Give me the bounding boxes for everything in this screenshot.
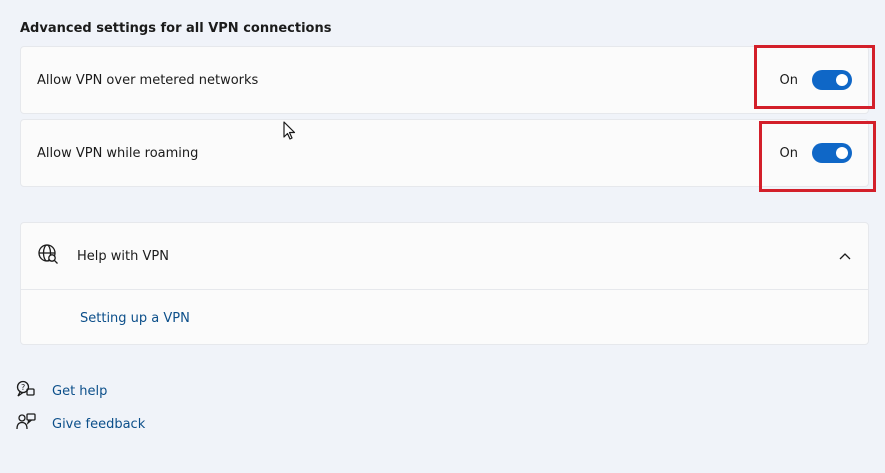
toggle-state-roaming: On: [779, 145, 798, 161]
setting-label-roaming: Allow VPN while roaming: [37, 145, 199, 161]
setting-up-vpn-link[interactable]: Setting up a VPN: [80, 311, 190, 326]
help-title: Help with VPN: [77, 248, 169, 264]
setting-label-metered: Allow VPN over metered networks: [37, 72, 259, 88]
svg-text:?: ?: [21, 383, 25, 392]
help-header[interactable]: Help with VPN: [21, 223, 868, 290]
section-title: Advanced settings for all VPN connection…: [20, 21, 332, 36]
metered-toggle[interactable]: [812, 70, 852, 90]
toggle-wrap-roaming: On: [780, 143, 868, 163]
get-help-link[interactable]: ? Get help: [16, 380, 107, 402]
vpn-settings-page: Advanced settings for all VPN connection…: [0, 0, 885, 473]
setting-row-roaming: Allow VPN while roaming On: [20, 119, 869, 187]
toggle-wrap-metered: On: [780, 70, 868, 90]
toggle-knob: [836, 74, 848, 86]
globe-search-icon: [37, 243, 59, 269]
give-feedback-link[interactable]: Give feedback: [16, 413, 145, 435]
mouse-cursor-icon: [283, 121, 297, 145]
chevron-up-icon[interactable]: [838, 249, 852, 263]
give-feedback-label[interactable]: Give feedback: [52, 417, 145, 432]
get-help-label[interactable]: Get help: [52, 384, 107, 399]
help-card: Help with VPN Setting up a VPN: [20, 222, 869, 345]
roaming-toggle[interactable]: [812, 143, 852, 163]
toggle-knob: [836, 147, 848, 159]
feedback-icon: [16, 413, 36, 435]
toggle-state-metered: On: [779, 72, 798, 88]
setting-row-metered: Allow VPN over metered networks On: [20, 46, 869, 114]
help-chat-icon: ?: [16, 380, 36, 402]
